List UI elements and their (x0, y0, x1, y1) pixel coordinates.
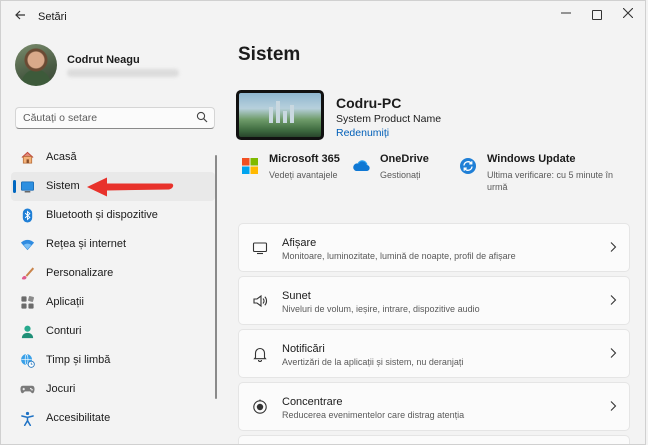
settings-card-display[interactable]: Afișare Monitoare, luminozitate, lumină … (238, 223, 630, 272)
card-subtitle: Avertizări de la aplicații și sistem, nu… (282, 357, 464, 367)
device-model: System Product Name (336, 113, 442, 125)
sidebar-scrollbar[interactable] (215, 155, 217, 399)
onedrive-icon (353, 160, 370, 172)
selection-indicator (13, 180, 16, 193)
focus-icon (253, 399, 267, 414)
sidebar-item-time-language[interactable]: Timp și limbă (11, 346, 215, 375)
device-wallpaper-thumbnail (236, 90, 324, 140)
sidebar-item-bluetooth[interactable]: Bluetooth și dispozitive (11, 201, 215, 230)
sidebar-item-personalization[interactable]: Personalizare (11, 259, 215, 288)
microsoft-icon (242, 158, 258, 174)
home-icon (21, 151, 34, 164)
back-button[interactable] (11, 9, 29, 25)
minimize-icon (561, 12, 571, 14)
sidebar-item-label: Accesibilitate (46, 412, 111, 424)
settings-card-focus[interactable]: Concentrare Reducerea evenimentelor care… (238, 382, 630, 431)
sidebar-item-label: Personalizare (46, 267, 114, 279)
quick-link-title: Microsoft 365 (269, 153, 340, 165)
settings-card-sound[interactable]: Sunet Niveluri de volum, ieșire, intrare… (238, 276, 630, 325)
sidebar-item-label: Sistem (46, 180, 80, 192)
bell-icon (253, 347, 267, 362)
brush-icon (21, 267, 35, 280)
user-name: Codrut Neagu (67, 54, 140, 66)
settings-card-next-partial[interactable] (238, 435, 630, 444)
settings-card-list: Afișare Monitoare, luminozitate, lumină … (238, 223, 630, 444)
search-input[interactable] (23, 111, 183, 125)
wifi-icon (20, 239, 35, 251)
account-icon (21, 325, 34, 339)
sidebar-item-network[interactable]: Rețea și internet (11, 230, 215, 259)
card-title: Sunet (282, 290, 311, 302)
sidebar-item-label: Jocuri (46, 383, 76, 395)
gamepad-icon (20, 385, 35, 394)
quick-link-title: Windows Update (487, 153, 576, 165)
quick-link-title: OneDrive (380, 153, 429, 165)
maximize-icon (592, 9, 602, 20)
speaker-icon (253, 294, 267, 308)
sidebar-item-home[interactable]: Acasă (11, 143, 215, 172)
accessibility-icon (21, 411, 34, 426)
avatar[interactable] (15, 44, 57, 86)
chevron-right-icon (610, 401, 617, 411)
sidebar-item-accessibility[interactable]: Accesibilitate (11, 404, 215, 433)
search-box[interactable] (15, 107, 215, 129)
card-subtitle: Reducerea evenimentelor care distrag ate… (282, 410, 465, 420)
chevron-right-icon (610, 348, 617, 358)
settings-card-notifications[interactable]: Notificări Avertizări de la aplicații și… (238, 329, 630, 378)
chevron-right-icon (610, 295, 617, 305)
card-title: Concentrare (282, 396, 343, 408)
user-email-redacted (67, 69, 179, 77)
bluetooth-icon (22, 208, 33, 223)
close-icon (622, 7, 634, 19)
sidebar-item-label: Acasă (46, 151, 77, 163)
device-name: Codru-PC (336, 95, 402, 111)
quick-link-subtitle: Vedeți avantajele (269, 170, 338, 180)
apps-icon (21, 296, 34, 309)
title-bar: Setări (1, 1, 645, 33)
sidebar-item-label: Timp și limbă (46, 354, 111, 366)
card-subtitle: Niveluri de volum, ieșire, intrare, disp… (282, 304, 480, 314)
maximize-button[interactable] (582, 5, 612, 23)
quick-link-subtitle: Ultima verificare: cu 5 minute în urmă (487, 170, 614, 192)
system-icon (21, 181, 34, 193)
quick-link-subtitle: Gestionați (380, 170, 421, 180)
windows-update-icon (460, 158, 476, 174)
window-title: Setări (38, 11, 67, 23)
sidebar-item-label: Aplicații (46, 296, 84, 308)
back-arrow-icon (15, 10, 25, 20)
page-title: Sistem (238, 44, 301, 65)
settings-window: Setări Codrut Neagu Acasă (0, 0, 646, 445)
red-arrow-annotation (87, 177, 174, 197)
search-icon[interactable] (196, 111, 208, 123)
display-icon (252, 242, 268, 255)
close-button[interactable] (613, 5, 643, 23)
chevron-right-icon (610, 242, 617, 252)
sidebar-item-accounts[interactable]: Conturi (11, 317, 215, 346)
sidebar-item-apps[interactable]: Aplicații (11, 288, 215, 317)
rename-link[interactable]: Redenumiți (336, 127, 389, 139)
minimize-button[interactable] (551, 5, 581, 23)
sidebar-item-label: Rețea și internet (46, 238, 127, 250)
sidebar-item-gaming[interactable]: Jocuri (11, 375, 215, 404)
sidebar-item-label: Bluetooth și dispozitive (46, 209, 158, 221)
card-title: Afișare (282, 237, 317, 249)
wallpaper-image (239, 93, 321, 137)
sidebar-item-label: Conturi (46, 325, 82, 337)
card-title: Notificări (282, 343, 325, 355)
globe-clock-icon (21, 353, 35, 368)
card-subtitle: Monitoare, luminozitate, lumină de noapt… (282, 251, 516, 261)
